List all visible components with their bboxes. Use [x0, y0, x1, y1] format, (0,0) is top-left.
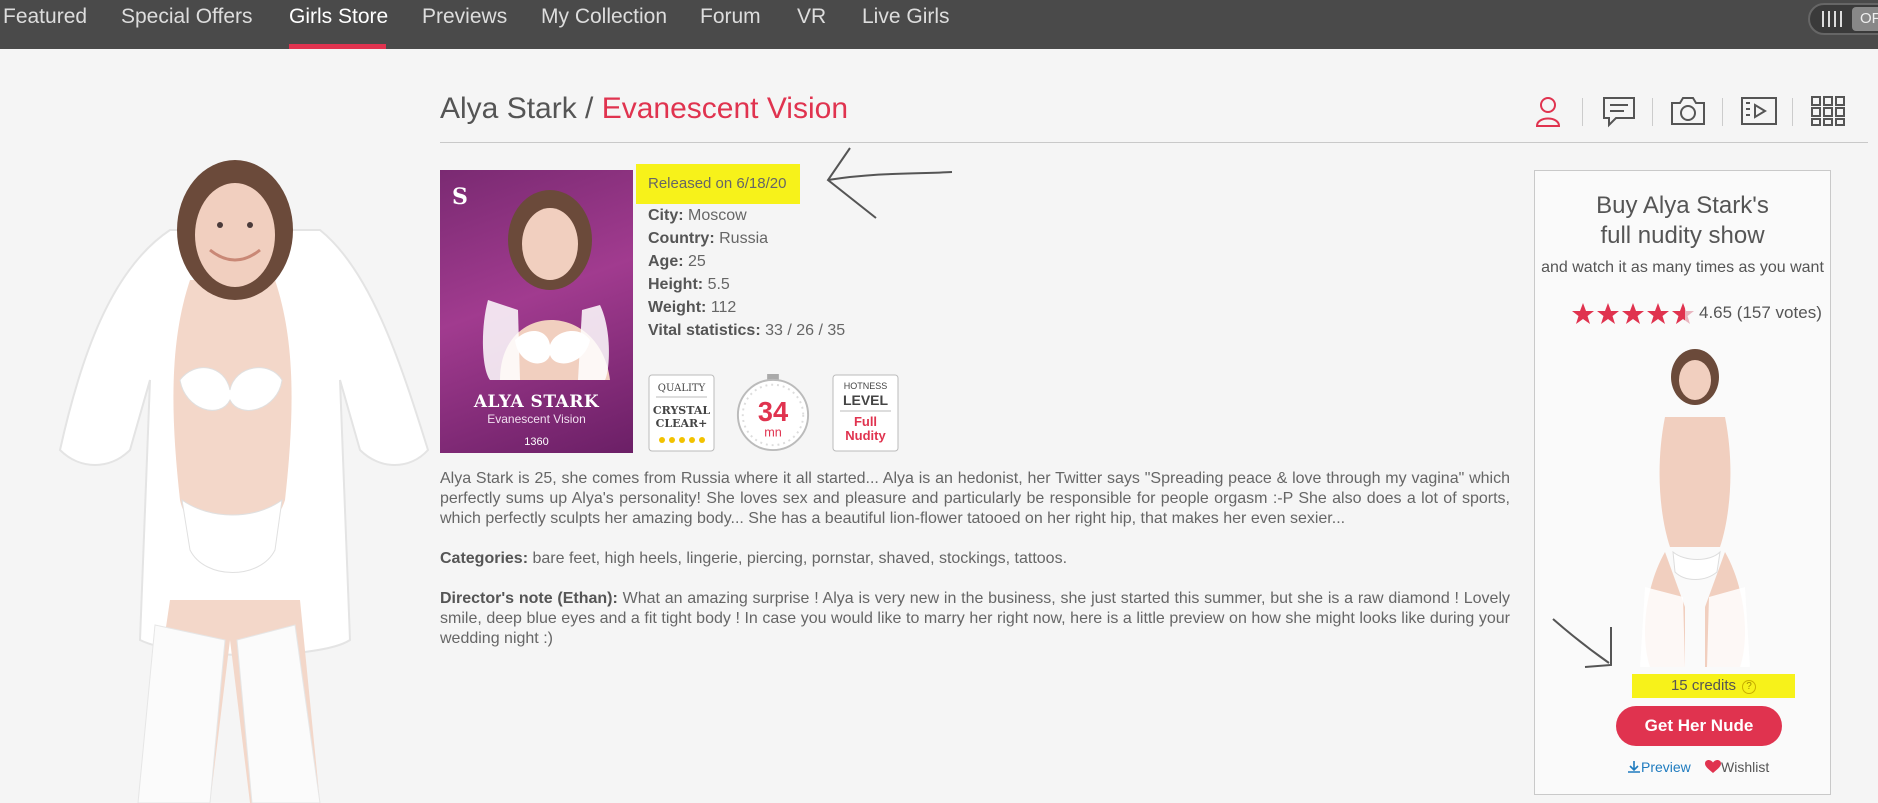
- info-value: 112: [710, 299, 737, 316]
- hotness-badge: HOTNESS LEVEL Full Nudity: [832, 374, 899, 452]
- user-icon[interactable]: [1534, 94, 1562, 128]
- video-icon[interactable]: [1740, 94, 1778, 128]
- badge-text: QUALITY: [658, 383, 706, 394]
- chat-icon[interactable]: [1602, 94, 1636, 128]
- cover-model-name: ALYA STARK: [473, 392, 600, 412]
- brand-logo: S: [452, 184, 468, 210]
- info-age: Age: 25: [648, 253, 706, 271]
- info-vital-statistics: Vital statistics: 33 / 26 / 35: [648, 322, 845, 340]
- buy-title-line: full nudity show: [1600, 222, 1765, 249]
- badge-text: Nudity: [845, 428, 886, 443]
- buy-title: Buy Alya Stark's full nudity show: [1535, 191, 1830, 251]
- toolbar-separator: [1582, 98, 1583, 126]
- preview-label: Preview: [1641, 759, 1691, 775]
- info-label: Height:: [648, 276, 704, 293]
- model-name: Alya Stark: [440, 92, 577, 125]
- directors-note-label: Director's note (Ethan):: [440, 590, 618, 607]
- rating-text: 4.65 (157 votes): [1699, 303, 1822, 322]
- model-description: Alya Stark is 25, she comes from Russia …: [440, 470, 1510, 527]
- cover-portrait: [482, 190, 610, 380]
- title-divider: [440, 142, 1868, 143]
- nav-active-indicator: [289, 44, 386, 49]
- show-cover[interactable]: S ALYA STARK Evanescent Vision 1360: [440, 170, 633, 453]
- badge-text: HOTNESS: [844, 381, 888, 391]
- get-her-nude-button[interactable]: Get Her Nude: [1616, 706, 1782, 746]
- preview-link[interactable]: Preview: [1627, 759, 1691, 775]
- info-label: City:: [648, 207, 684, 224]
- cover-number: 1360: [524, 436, 549, 448]
- star-icon: [1647, 303, 1669, 324]
- nav-live-girls[interactable]: Live Girls: [862, 0, 950, 49]
- help-icon[interactable]: ?: [1742, 680, 1757, 694]
- toolbar-separator: [1792, 98, 1793, 126]
- badge-text: Full: [854, 414, 877, 429]
- duration-badge: 34 mn: [736, 374, 810, 452]
- annotation-arrow: [1552, 618, 1612, 668]
- release-date: Released on 6/18/20: [636, 164, 800, 204]
- badge-text: LEVEL: [843, 392, 889, 408]
- categories: Categories: bare feet, high heels, linge…: [440, 549, 1510, 569]
- cover-show-name: Evanescent Vision: [487, 412, 586, 426]
- info-value: Russia: [719, 230, 769, 247]
- credits-value: 15 credits: [1670, 677, 1737, 694]
- duration-unit: mn: [764, 425, 782, 439]
- info-label: Vital statistics:: [648, 322, 761, 339]
- quality-badge: QUALITY CRYSTAL CLEAR+: [648, 374, 715, 452]
- nav-special-offers[interactable]: Special Offers: [121, 0, 253, 49]
- info-country: Country: Russia: [648, 230, 768, 248]
- model-photo: [58, 160, 430, 803]
- info-value: 5.5: [707, 276, 730, 293]
- toolbar-separator: [1722, 98, 1723, 126]
- star-icon: [1572, 303, 1594, 324]
- wishlist-link[interactable]: Wishlist: [1705, 759, 1769, 775]
- nav-forum[interactable]: Forum: [700, 0, 761, 49]
- badge-text: CLEAR+: [656, 417, 708, 430]
- camera-icon[interactable]: [1670, 94, 1706, 128]
- badge-text: CRYSTAL: [653, 404, 710, 417]
- info-height: Height: 5.5: [648, 276, 730, 294]
- star-icon: [1597, 303, 1619, 324]
- duration-value: 34: [758, 396, 789, 427]
- page-title: Alya Stark / Evanescent Vision: [440, 92, 848, 126]
- half-star-icon: [1672, 303, 1694, 324]
- nav-vr[interactable]: VR: [797, 0, 826, 49]
- title-separator: /: [576, 92, 602, 125]
- info-weight: Weight: 112: [648, 299, 736, 317]
- credits-price: 15 credits?: [1632, 674, 1795, 698]
- buy-title-line: Buy Alya Stark's: [1596, 192, 1769, 219]
- nav-previews[interactable]: Previews: [422, 0, 507, 49]
- show-name: Evanescent Vision: [601, 92, 849, 125]
- info-label: Weight:: [648, 299, 707, 316]
- info-label: Age:: [648, 253, 684, 270]
- download-icon: [1628, 761, 1640, 773]
- nav-my-collection[interactable]: My Collection: [541, 0, 667, 49]
- toolbar-separator: [1652, 98, 1653, 126]
- buy-subtitle: and watch it as many times as you want: [1541, 259, 1824, 276]
- preview-photo[interactable]: [1625, 347, 1755, 671]
- categories-value: bare feet, high heels, lingerie, piercin…: [532, 550, 1068, 567]
- top-navigation: Featured Special Offers Girls Store Prev…: [0, 0, 1878, 49]
- heart-icon: [1705, 760, 1721, 773]
- categories-label: Categories:: [440, 550, 529, 567]
- barcode-icon: [1822, 11, 1842, 27]
- nav-girls-store[interactable]: Girls Store: [289, 0, 388, 49]
- star-icon: [1622, 303, 1644, 324]
- info-value: Moscow: [688, 207, 747, 224]
- info-city: City: Moscow: [648, 207, 747, 225]
- grid-icon[interactable]: [1810, 94, 1846, 128]
- info-value: 33 / 26 / 35: [765, 322, 846, 339]
- info-label: Country:: [648, 230, 715, 247]
- directors-note: Director's note (Ethan): What an amazing…: [440, 589, 1510, 649]
- annotation-arrow: [826, 147, 953, 219]
- toggle-state-label: OF: [1852, 7, 1878, 31]
- info-value: 25: [688, 253, 706, 270]
- nav-featured[interactable]: Featured: [3, 0, 87, 49]
- buy-panel: Buy Alya Stark's full nudity show and wa…: [1534, 170, 1831, 795]
- rating-stars[interactable]: [1571, 301, 1695, 327]
- wishlist-label: Wishlist: [1721, 759, 1770, 775]
- display-toggle[interactable]: OF: [1808, 3, 1878, 35]
